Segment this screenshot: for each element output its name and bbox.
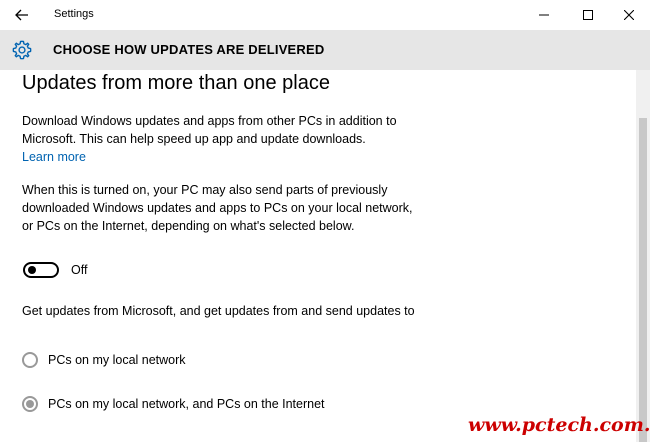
page-header: CHOOSE HOW UPDATES ARE DELIVERED [0,30,650,70]
scrollbar-thumb[interactable] [639,118,647,442]
learn-more-link[interactable]: Learn more [22,150,86,164]
back-button[interactable] [0,0,44,30]
radio-label: PCs on my local network, and PCs on the … [48,397,325,411]
close-button[interactable] [607,0,650,30]
gear-icon [12,40,32,60]
page-title: CHOOSE HOW UPDATES ARE DELIVERED [53,42,325,57]
section-title: Updates from more than one place [22,72,330,94]
radio-label: PCs on my local network [48,353,186,367]
maximize-icon [583,10,593,20]
vertical-scrollbar[interactable] [636,70,650,442]
close-icon [624,10,634,20]
title-bar: Settings [0,0,650,30]
window-title: Settings [54,8,94,20]
radio-option-local-and-internet[interactable]: PCs on my local network, and PCs on the … [22,396,325,412]
content-area: Updates from more than one place Downloa… [0,70,636,442]
toggle-state-label: Off [71,263,88,277]
radio-button[interactable] [22,352,38,368]
minimize-button[interactable] [522,0,566,30]
description-text: Download Windows updates and apps from o… [22,114,397,146]
settings-window: Settings CHOOSE HOW UPDATES ARE DELIVERE… [0,0,650,442]
updates-toggle-switch[interactable] [23,262,59,278]
description-paragraph: Download Windows updates and apps from o… [22,112,422,166]
radio-button-selected[interactable] [22,396,38,412]
minimize-icon [539,14,549,16]
sharing-info-paragraph: When this is turned on, your PC may also… [22,183,413,233]
toggle-knob [28,266,36,274]
update-source-paragraph: Get updates from Microsoft, and get upda… [22,304,415,318]
back-arrow-icon [15,9,28,21]
maximize-button[interactable] [566,0,610,30]
watermark-text: www.pctech.com.vn [468,414,650,436]
radio-option-local-network[interactable]: PCs on my local network [22,352,186,368]
